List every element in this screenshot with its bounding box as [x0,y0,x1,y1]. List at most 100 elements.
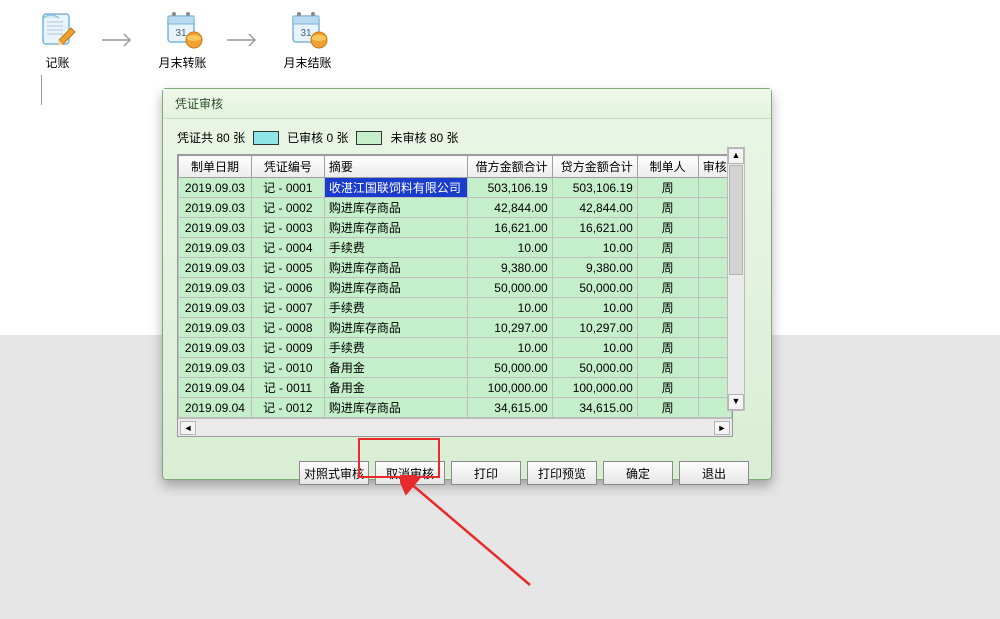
table-row[interactable]: 2019.09.04记 - 0011备用金100,000.00100,000.0… [179,378,732,398]
cell-credit[interactable]: 10.00 [552,238,637,258]
cell-credit[interactable]: 100,000.00 [552,378,637,398]
cell-summ[interactable]: 手续费 [324,338,467,358]
scroll-right-icon[interactable]: ► [714,421,730,435]
cell-credit[interactable]: 10,297.00 [552,318,637,338]
cell-debit[interactable]: 50,000.00 [467,278,552,298]
cell-summ[interactable]: 购进库存商品 [324,278,467,298]
cell-summ[interactable]: 购进库存商品 [324,258,467,278]
cell-debit[interactable]: 34,615.00 [467,398,552,418]
toolbar-item-month-close[interactable]: 31 月末结账 [265,0,350,71]
cell-debit[interactable]: 10.00 [467,338,552,358]
cell-maker[interactable]: 周 [637,198,698,218]
voucher-table[interactable]: 制单日期 凭证编号 摘要 借方金额合计 贷方金额合计 制单人 审核 2019.0… [177,154,733,437]
col-header-debit[interactable]: 借方金额合计 [467,156,552,178]
cell-credit[interactable]: 10.00 [552,298,637,318]
toolbar-item-month-transfer[interactable]: 31 月末转账 [140,0,225,71]
cell-summ[interactable]: 手续费 [324,238,467,258]
cell-maker[interactable]: 周 [637,238,698,258]
cell-date[interactable]: 2019.09.03 [179,178,252,198]
cell-debit[interactable]: 50,000.00 [467,358,552,378]
cell-num[interactable]: 记 - 0012 [251,398,324,418]
cell-credit[interactable]: 34,615.00 [552,398,637,418]
cell-summ[interactable]: 购进库存商品 [324,218,467,238]
cell-summ[interactable]: 购进库存商品 [324,198,467,218]
cell-maker[interactable]: 周 [637,178,698,198]
cell-num[interactable]: 记 - 0001 [251,178,324,198]
scroll-up-icon[interactable]: ▲ [728,148,744,164]
cell-num[interactable]: 记 - 0004 [251,238,324,258]
table-row[interactable]: 2019.09.03记 - 0010备用金50,000.0050,000.00周 [179,358,732,378]
cell-num[interactable]: 记 - 0002 [251,198,324,218]
table-row[interactable]: 2019.09.03记 - 0006购进库存商品50,000.0050,000.… [179,278,732,298]
table-row[interactable]: 2019.09.03记 - 0003购进库存商品16,621.0016,621.… [179,218,732,238]
cell-maker[interactable]: 周 [637,398,698,418]
cell-date[interactable]: 2019.09.03 [179,238,252,258]
ok-button[interactable]: 确定 [603,461,673,485]
cell-date[interactable]: 2019.09.03 [179,198,252,218]
cell-debit[interactable]: 10.00 [467,238,552,258]
cell-num[interactable]: 记 - 0006 [251,278,324,298]
cell-maker[interactable]: 周 [637,278,698,298]
col-header-summ[interactable]: 摘要 [324,156,467,178]
cell-date[interactable]: 2019.09.03 [179,298,252,318]
scroll-down-icon[interactable]: ▼ [728,394,744,410]
cell-date[interactable]: 2019.09.04 [179,378,252,398]
cell-summ[interactable]: 手续费 [324,298,467,318]
print-button[interactable]: 打印 [451,461,521,485]
cell-debit[interactable]: 9,380.00 [467,258,552,278]
col-header-maker[interactable]: 制单人 [637,156,698,178]
table-row[interactable]: 2019.09.03记 - 0001收湛江国联饲料有限公司503,106.195… [179,178,732,198]
table-row[interactable]: 2019.09.03记 - 0009手续费10.0010.00周 [179,338,732,358]
table-row[interactable]: 2019.09.03记 - 0004手续费10.0010.00周 [179,238,732,258]
cell-summ[interactable]: 备用金 [324,358,467,378]
cell-summ[interactable]: 收湛江国联饲料有限公司 [324,178,467,198]
toolbar-item-post[interactable]: 记账 [15,0,100,71]
cell-summ[interactable]: 购进库存商品 [324,398,467,418]
cell-debit[interactable]: 100,000.00 [467,378,552,398]
cell-date[interactable]: 2019.09.03 [179,258,252,278]
scroll-thumb[interactable] [729,165,743,275]
cell-num[interactable]: 记 - 0009 [251,338,324,358]
cell-date[interactable]: 2019.09.03 [179,318,252,338]
cell-debit[interactable]: 503,106.19 [467,178,552,198]
cell-credit[interactable]: 9,380.00 [552,258,637,278]
vertical-scrollbar[interactable]: ▲ ▼ [727,147,745,411]
cell-maker[interactable]: 周 [637,218,698,238]
cell-num[interactable]: 记 - 0011 [251,378,324,398]
cell-num[interactable]: 记 - 0003 [251,218,324,238]
table-row[interactable]: 2019.09.04记 - 0012购进库存商品34,615.0034,615.… [179,398,732,418]
print-preview-button[interactable]: 打印预览 [527,461,597,485]
col-header-credit[interactable]: 贷方金额合计 [552,156,637,178]
cell-date[interactable]: 2019.09.03 [179,278,252,298]
cell-debit[interactable]: 10,297.00 [467,318,552,338]
cell-maker[interactable]: 周 [637,298,698,318]
cancel-audit-button[interactable]: 取消审核 [375,461,445,485]
cell-num[interactable]: 记 - 0005 [251,258,324,278]
horizontal-scrollbar[interactable]: ◄ ► [178,418,732,436]
compare-audit-button[interactable]: 对照式审核 [299,461,369,485]
scroll-left-icon[interactable]: ◄ [180,421,196,435]
table-row[interactable]: 2019.09.03记 - 0005购进库存商品9,380.009,380.00… [179,258,732,278]
cell-credit[interactable]: 16,621.00 [552,218,637,238]
cell-credit[interactable]: 10.00 [552,338,637,358]
col-header-date[interactable]: 制单日期 [179,156,252,178]
cell-credit[interactable]: 503,106.19 [552,178,637,198]
cell-date[interactable]: 2019.09.03 [179,358,252,378]
cell-summ[interactable]: 备用金 [324,378,467,398]
cell-credit[interactable]: 42,844.00 [552,198,637,218]
cell-maker[interactable]: 周 [637,258,698,278]
cell-num[interactable]: 记 - 0008 [251,318,324,338]
cell-date[interactable]: 2019.09.03 [179,338,252,358]
exit-button[interactable]: 退出 [679,461,749,485]
cell-credit[interactable]: 50,000.00 [552,358,637,378]
cell-debit[interactable]: 42,844.00 [467,198,552,218]
cell-debit[interactable]: 16,621.00 [467,218,552,238]
cell-date[interactable]: 2019.09.04 [179,398,252,418]
cell-date[interactable]: 2019.09.03 [179,218,252,238]
table-row[interactable]: 2019.09.03记 - 0002购进库存商品42,844.0042,844.… [179,198,732,218]
cell-maker[interactable]: 周 [637,378,698,398]
cell-credit[interactable]: 50,000.00 [552,278,637,298]
cell-summ[interactable]: 购进库存商品 [324,318,467,338]
cell-maker[interactable]: 周 [637,338,698,358]
cell-num[interactable]: 记 - 0010 [251,358,324,378]
